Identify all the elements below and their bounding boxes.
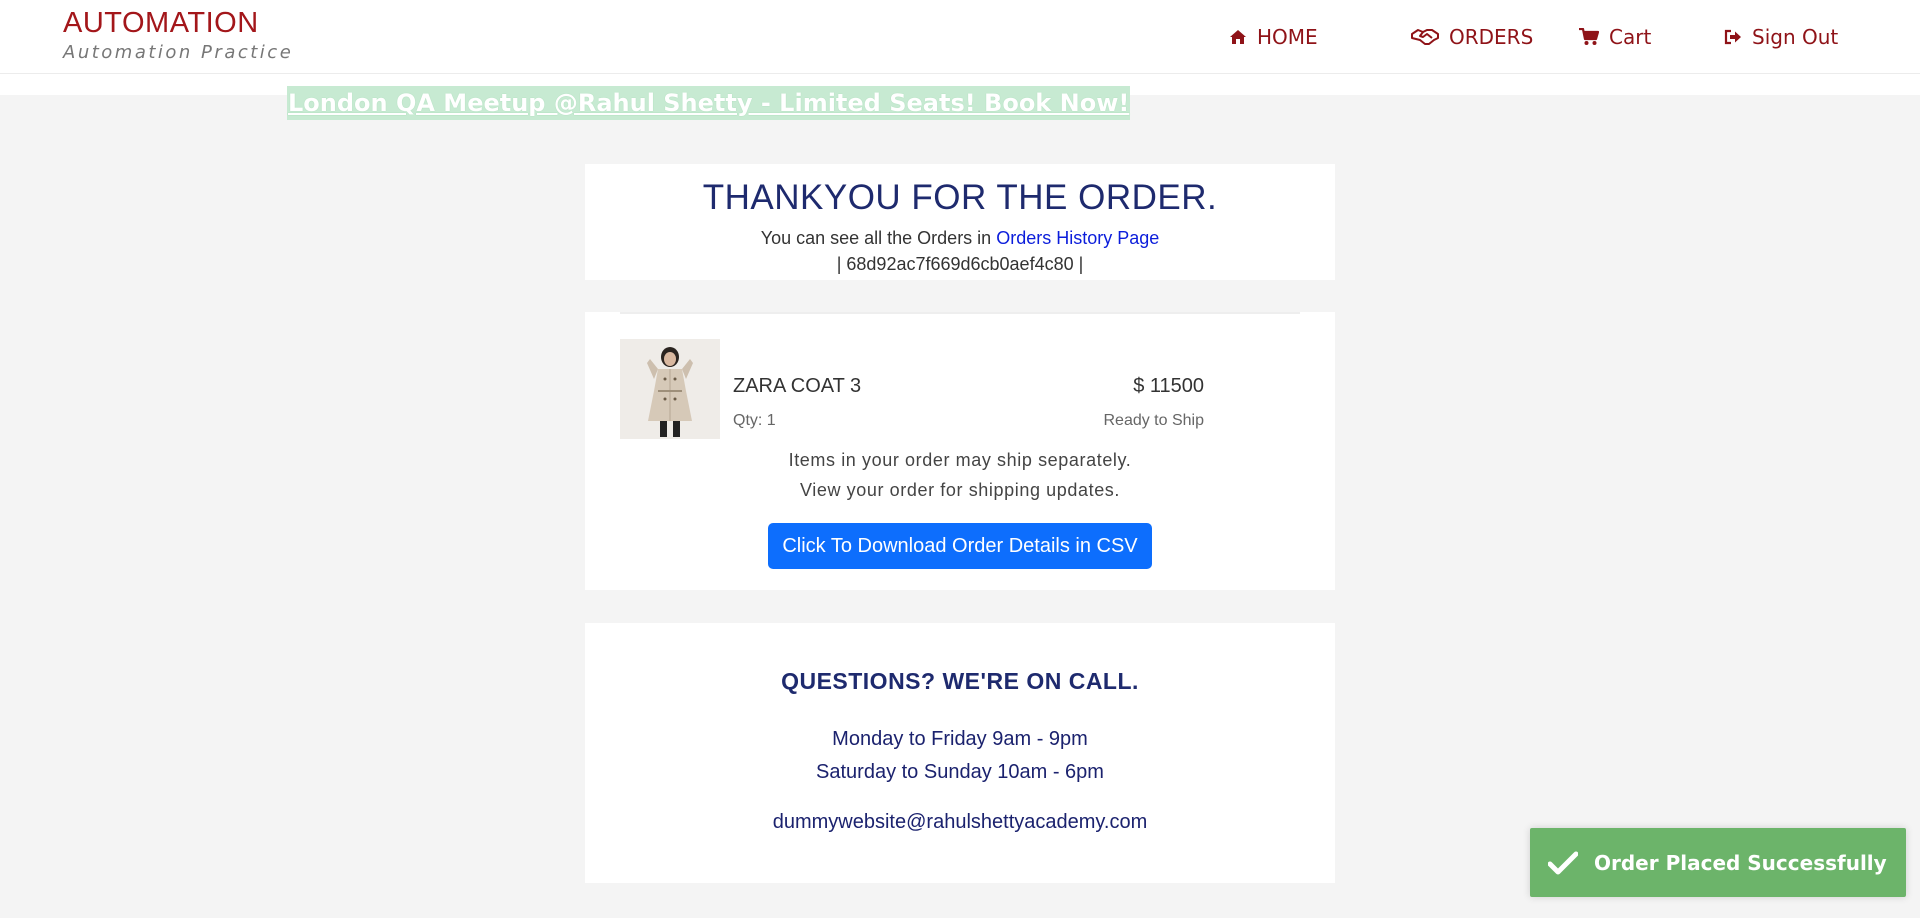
orders-history-line: You can see all the Orders in Orders His… bbox=[585, 227, 1335, 249]
product-price: $ 11500 bbox=[1133, 375, 1204, 397]
meetup-banner-link[interactable]: London QA Meetup @Rahul Shetty - Limited… bbox=[287, 86, 1131, 120]
thank-you-heading: THANKYOU FOR THE ORDER. bbox=[702, 178, 1218, 217]
product-name: ZARA COAT 3 bbox=[733, 375, 862, 397]
divider bbox=[620, 312, 1300, 314]
product-status: Ready to Ship bbox=[1103, 412, 1204, 429]
logo-title: AUTOMATION bbox=[63, 7, 259, 39]
nav-orders-button[interactable]: ORDERS bbox=[1411, 24, 1533, 50]
shipping-note-line-1: Items in your order may ship separately. bbox=[788, 450, 1132, 470]
product-image bbox=[620, 339, 720, 439]
contact-hours: Monday to Friday 9am - 9pm Saturday to S… bbox=[585, 723, 1335, 789]
toast-message: Order Placed Successfully bbox=[1594, 850, 1887, 875]
nav-sign-out-button[interactable]: Sign Out bbox=[1724, 24, 1838, 50]
home-icon bbox=[1230, 30, 1246, 44]
download-csv-button[interactable]: Click To Download Order Details in CSV bbox=[768, 523, 1152, 569]
contact-heading: QUESTIONS? WE'RE ON CALL. bbox=[781, 668, 1139, 694]
order-id: | 68d92ac7f669d6cb0aef4c80 | bbox=[836, 254, 1084, 274]
orders-history-link[interactable]: Orders History Page bbox=[996, 228, 1159, 248]
weekday-hours: Monday to Friday 9am - 9pm bbox=[832, 728, 1088, 750]
contact-email: dummywebsite@rahulshettyacademy.com bbox=[772, 811, 1148, 833]
site-logo[interactable]: AUTOMATION Automation Practice bbox=[63, 6, 293, 63]
success-toast[interactable]: Order Placed Successfully bbox=[1530, 828, 1906, 897]
order-items-card: ZARA COAT 3 $ 11500 Qty: 1 Ready to Ship… bbox=[585, 312, 1335, 590]
weekend-hours: Saturday to Sunday 10am - 6pm bbox=[816, 761, 1104, 783]
shopping-cart-icon bbox=[1579, 28, 1599, 45]
coat-image bbox=[620, 339, 720, 439]
top-navbar: AUTOMATION Automation Practice HOME ORDE… bbox=[0, 0, 1920, 74]
order-confirmation-card: THANKYOU FOR THE ORDER. You can see all … bbox=[585, 164, 1335, 280]
checkmark-icon bbox=[1548, 851, 1578, 874]
nav-home-label: HOME bbox=[1257, 25, 1318, 49]
nav-orders-label: ORDERS bbox=[1449, 25, 1534, 49]
handshake-icon bbox=[1411, 29, 1439, 45]
orders-history-prefix: You can see all the Orders in bbox=[760, 228, 992, 248]
nav-home-button[interactable]: HOME bbox=[1229, 24, 1318, 50]
nav-cart-button[interactable]: Cart bbox=[1579, 24, 1651, 50]
nav-cart-label: Cart bbox=[1609, 25, 1652, 49]
contact-card: QUESTIONS? WE'RE ON CALL. Monday to Frid… bbox=[585, 623, 1335, 883]
nav-sign-out-label: Sign Out bbox=[1752, 25, 1839, 49]
shipping-note-line-2: View your order for shipping updates. bbox=[799, 480, 1121, 500]
logo-subtitle: Automation Practice bbox=[63, 42, 294, 63]
sign-out-icon bbox=[1724, 29, 1741, 45]
shipping-note: Items in your order may ship separately.… bbox=[585, 445, 1335, 505]
product-quantity: Qty: 1 bbox=[733, 412, 776, 429]
